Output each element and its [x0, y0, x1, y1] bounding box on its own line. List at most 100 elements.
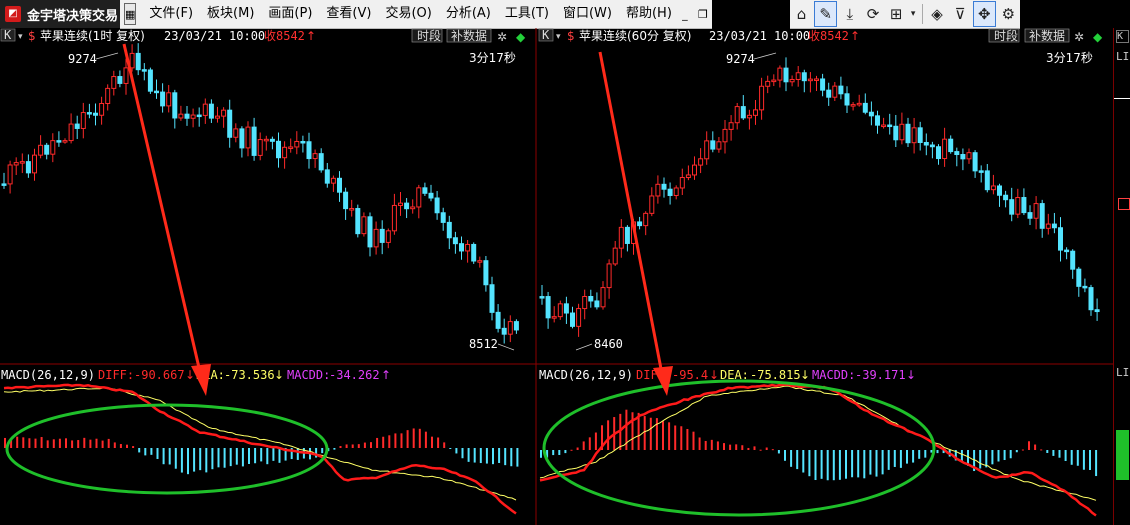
macd-histogram-bar — [83, 437, 86, 448]
candle-body — [288, 146, 294, 149]
macd-histogram-bar — [296, 448, 299, 460]
period-button-label: 时段 — [417, 28, 441, 43]
diamond-icon[interactable]: ◆ — [1093, 30, 1103, 44]
k-button[interactable]: K — [1116, 30, 1129, 43]
macd-histogram-bar — [869, 450, 872, 475]
diamond-icon[interactable]: ◆ — [516, 30, 526, 44]
macd-histogram-bar — [424, 431, 427, 448]
candle-body — [233, 128, 239, 138]
candle-body — [563, 303, 569, 314]
candle-body — [881, 124, 887, 128]
macd-histogram-bar — [1058, 450, 1061, 458]
candle-body — [814, 78, 819, 81]
candle-body — [856, 102, 862, 106]
candle-body — [440, 212, 446, 223]
gear-icon[interactable]: ✲ — [1074, 30, 1084, 44]
candle-body — [899, 123, 905, 141]
macd-histogram-bar — [1015, 450, 1018, 453]
candle-body — [1033, 203, 1039, 219]
macd-histogram-bar — [254, 448, 257, 464]
dropdown-arrow-icon[interactable]: ▾ — [556, 32, 561, 42]
macd-histogram-bar — [570, 449, 573, 451]
candle-body — [1027, 212, 1033, 219]
macd-histogram-bar — [1064, 450, 1067, 461]
macd-histogram-bar — [851, 450, 854, 478]
candle-body — [74, 123, 80, 129]
dollar-icon: $ — [567, 29, 575, 43]
macd-histogram-bar — [223, 448, 226, 468]
macd-histogram-bar — [516, 448, 519, 467]
candle-body — [734, 106, 740, 124]
macd-histogram-bar — [455, 448, 458, 454]
candle-body — [576, 308, 582, 327]
dea-line — [539, 385, 1097, 501]
candle-body — [245, 126, 251, 149]
macd-histogram-bar — [498, 448, 501, 463]
supplement-button-label: 补数据 — [451, 28, 487, 43]
macd-histogram-bar — [211, 448, 214, 470]
candle-body — [129, 52, 135, 69]
candle-body — [416, 187, 422, 208]
macd-histogram-bar — [22, 437, 25, 448]
candle-body — [19, 161, 25, 164]
macd-histogram-bar — [680, 426, 683, 450]
candle-body — [923, 141, 929, 146]
candle-body — [56, 140, 62, 143]
dropdown-arrow-icon[interactable]: ▾ — [18, 32, 23, 42]
candle-body — [123, 67, 129, 84]
macd-histogram-bar — [784, 450, 786, 461]
candle-body — [618, 226, 624, 249]
candle-body — [783, 67, 789, 83]
close-label: 收 — [264, 29, 276, 43]
diff-line — [539, 383, 1097, 517]
macd-histogram-bar — [906, 450, 908, 464]
candle-body — [893, 125, 899, 141]
macd-histogram-bar — [1003, 450, 1006, 461]
macd-histogram-bar — [479, 448, 482, 464]
candle-body — [32, 154, 37, 174]
candle-body — [637, 221, 643, 227]
macd-histogram-bar — [997, 450, 1000, 462]
candle-body — [318, 153, 324, 171]
macd-histogram-bar — [881, 450, 884, 475]
candle-body — [832, 85, 838, 98]
candle-body — [221, 109, 227, 117]
candle-body — [501, 327, 507, 335]
candle-body — [765, 80, 771, 87]
macd-histogram-bar — [735, 444, 738, 450]
macd-histogram-bar — [692, 431, 695, 450]
macd-histogram-bar — [126, 444, 128, 448]
gear-icon[interactable]: ✲ — [497, 30, 507, 44]
high-price-leader — [95, 52, 119, 60]
candle-body — [379, 228, 385, 243]
candle-body — [972, 152, 978, 172]
candle-body — [465, 243, 471, 252]
macd-histogram-bar — [1082, 450, 1085, 470]
indicator-label-top: LI — [1116, 50, 1130, 63]
candle-body — [257, 139, 263, 156]
candle-body — [667, 188, 673, 196]
macd-histogram-bar — [912, 450, 915, 463]
macd-histogram-bar — [802, 450, 805, 473]
candle-body — [86, 112, 92, 115]
macd-histogram-bar — [345, 444, 348, 448]
low-price-label: 8460 — [594, 337, 623, 351]
candle-body — [190, 114, 196, 119]
macd-histogram-bar — [558, 450, 561, 455]
macd-histogram-bar — [716, 441, 719, 450]
candle-body — [410, 206, 416, 210]
macd-histogram-bar — [339, 446, 342, 448]
macdd-value: -34.262 — [329, 368, 380, 382]
macd-histogram-bar — [156, 448, 159, 459]
right-candlestick-series — [539, 57, 1100, 337]
candle-body — [673, 187, 679, 196]
candle-body — [875, 115, 880, 126]
macd-histogram-bar — [564, 450, 567, 454]
candle-body — [215, 115, 220, 119]
candle-body — [887, 124, 893, 128]
macd-histogram-bar — [1009, 450, 1012, 459]
candle-body — [312, 153, 318, 160]
candle-body — [147, 69, 153, 92]
candle-body — [862, 102, 868, 113]
macd-histogram-bar — [485, 448, 488, 464]
